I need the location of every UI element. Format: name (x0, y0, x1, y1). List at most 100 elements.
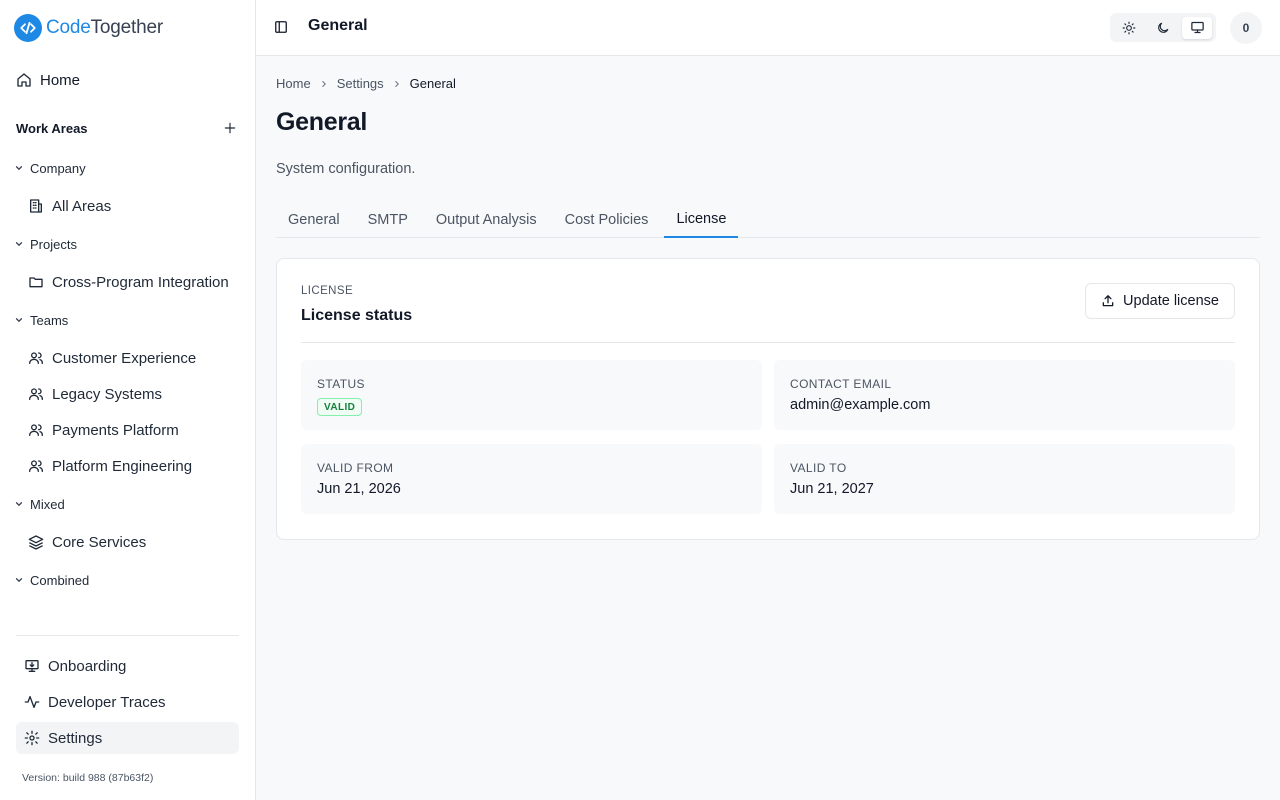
valid-to-label: VALID TO (790, 461, 847, 475)
header-title: General (308, 17, 368, 34)
tree-item-label: All Areas (52, 197, 112, 215)
tree-item-label: Customer Experience (52, 349, 197, 367)
tree-item-customer-experience[interactable]: Customer Experience (0, 340, 255, 376)
valid-from-label: VALID FROM (317, 461, 394, 475)
sidebar-item-onboarding[interactable]: Onboarding (16, 650, 239, 682)
valid-to-field: VALID TO Jun 21, 2027 (774, 444, 1235, 514)
dark-theme-button[interactable] (1148, 17, 1178, 39)
theme-switcher (1110, 13, 1216, 42)
chevron-down-icon (14, 499, 24, 509)
work-areas-header: Work Areas (16, 118, 239, 138)
tree-group-combined[interactable]: Combined (0, 560, 255, 600)
tree-group-label: Teams (30, 312, 69, 328)
activity-icon (24, 694, 40, 710)
users-icon (28, 386, 44, 402)
monitor-icon (1190, 20, 1205, 35)
sidebar: CodeTogether Home Work Areas Company All… (0, 0, 256, 800)
tab-cost-policies[interactable]: Cost Policies (553, 202, 661, 238)
users-icon (28, 422, 44, 438)
gear-icon (24, 730, 40, 746)
tree-group-label: Combined (30, 572, 90, 588)
chevron-right-icon (319, 79, 329, 89)
status-label: STATUS (317, 377, 365, 391)
status-field: STATUS VALID (301, 360, 762, 430)
tree-group-mixed[interactable]: Mixed (0, 484, 255, 524)
tree-item-label: Core Services (52, 533, 147, 551)
breadcrumb-item-settings[interactable]: Settings (337, 76, 384, 91)
update-license-label: Update license (1123, 293, 1219, 309)
valid-to-value: Jun 21, 2027 (790, 481, 874, 497)
contact-email-value: admin@example.com (790, 397, 931, 413)
brand-name-part2: Together (90, 17, 164, 38)
sidebar-item-label: Onboarding (48, 657, 127, 675)
chevron-right-icon (392, 79, 402, 89)
tree-item-label: Payments Platform (52, 421, 179, 439)
moon-icon (1156, 21, 1170, 35)
sidebar-bottom-nav: Onboarding Developer Traces Settings (16, 650, 239, 758)
tree-group-projects[interactable]: Projects (0, 224, 255, 264)
tab-general[interactable]: General (276, 202, 352, 238)
users-icon (28, 458, 44, 474)
tree-item-core-services[interactable]: Core Services (0, 524, 255, 560)
brand-logo[interactable]: CodeTogether (14, 14, 163, 42)
license-card: LICENSE License status Update license ST… (276, 258, 1260, 540)
user-avatar[interactable]: 0 (1230, 12, 1262, 44)
sidebar-item-settings[interactable]: Settings (16, 722, 239, 754)
tree-group-label: Mixed (30, 496, 65, 512)
license-kicker: LICENSE (301, 285, 354, 297)
tree-item-payments-platform[interactable]: Payments Platform (0, 412, 255, 448)
sidebar-item-home[interactable]: Home (16, 68, 239, 92)
chevron-down-icon (14, 575, 24, 585)
sidebar-item-developer-traces[interactable]: Developer Traces (16, 686, 239, 718)
license-title: License status (301, 307, 413, 324)
tree-group-label: Projects (30, 236, 77, 252)
building-icon (28, 198, 44, 214)
layers-icon (28, 534, 44, 550)
monitor-download-icon (24, 658, 40, 674)
tree-item-cross-program-integration[interactable]: Cross-Program Integration (0, 264, 255, 300)
brand-name: CodeTogether (46, 17, 163, 39)
sidebar-divider (16, 635, 239, 636)
update-license-button[interactable]: Update license (1085, 283, 1235, 319)
contact-email-label: CONTACT EMAIL (790, 377, 892, 391)
card-divider (301, 342, 1235, 343)
tab-output-analysis[interactable]: Output Analysis (424, 202, 549, 238)
brand-name-part1: Code (46, 17, 91, 38)
settings-tabs: General SMTP Output Analysis Cost Polici… (276, 202, 1260, 238)
work-areas-tree: Company All Areas Projects Cross-Program… (0, 148, 255, 632)
tree-item-label: Platform Engineering (52, 457, 193, 475)
tab-smtp[interactable]: SMTP (356, 202, 420, 238)
tree-group-company[interactable]: Company (0, 148, 255, 188)
status-badge: VALID (317, 398, 363, 416)
sun-icon (1122, 21, 1136, 35)
tree-item-legacy-systems[interactable]: Legacy Systems (0, 376, 255, 412)
tree-item-label: Legacy Systems (52, 385, 163, 403)
tab-license[interactable]: License (664, 202, 739, 238)
page-title: General (276, 108, 368, 136)
contact-email-field: CONTACT EMAIL admin@example.com (774, 360, 1235, 430)
topbar: General 0 (256, 0, 1280, 56)
breadcrumb: Home Settings General (276, 76, 456, 91)
tree-item-label: Cross-Program Integration (52, 273, 229, 291)
sidebar-item-label: Settings (48, 729, 103, 747)
code-brackets-icon (14, 14, 42, 42)
page-description: System configuration. (276, 161, 416, 177)
users-icon (28, 350, 44, 366)
home-icon (16, 72, 32, 88)
work-areas-title: Work Areas (16, 120, 88, 136)
system-theme-button[interactable] (1182, 16, 1212, 39)
valid-from-field: VALID FROM Jun 21, 2026 (301, 444, 762, 514)
light-theme-button[interactable] (1114, 17, 1144, 39)
upload-icon (1101, 294, 1115, 308)
tree-group-teams[interactable]: Teams (0, 300, 255, 340)
tree-item-all-areas[interactable]: All Areas (0, 188, 255, 224)
chevron-down-icon (14, 239, 24, 249)
tree-item-platform-engineering[interactable]: Platform Engineering (0, 448, 255, 484)
breadcrumb-item-home[interactable]: Home (276, 76, 311, 91)
chevron-down-icon (14, 315, 24, 325)
sidebar-item-label: Developer Traces (48, 693, 166, 711)
sidebar-item-label: Home (40, 71, 81, 89)
valid-from-value: Jun 21, 2026 (317, 481, 401, 497)
sidebar-toggle-icon[interactable] (274, 20, 290, 36)
add-work-area-button[interactable] (221, 119, 239, 137)
